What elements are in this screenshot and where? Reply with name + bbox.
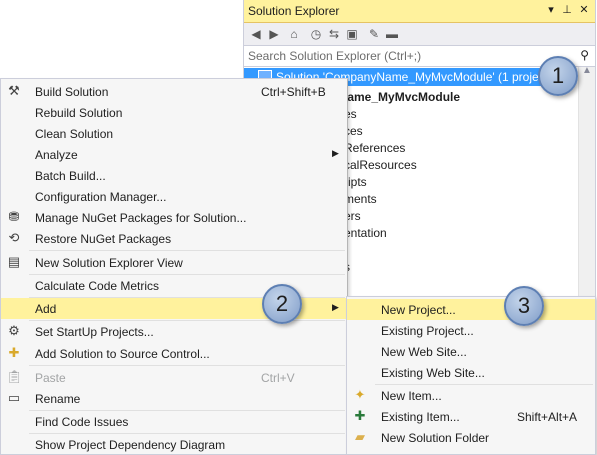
submenu-arrow-icon: ▶ (332, 148, 339, 158)
submenu-item-new-solution-folder[interactable]: ▰ New Solution Folder (347, 427, 595, 448)
preview-icon[interactable]: ▬ (384, 26, 400, 42)
search-input[interactable]: Search Solution Explorer (Ctrl+;) (248, 49, 421, 63)
submenu-item-new-item[interactable]: ✦ New Item... (347, 385, 595, 406)
menu-separator (29, 250, 345, 251)
menu-item-shortcut: Ctrl+Shift+B (261, 85, 326, 99)
menu-item-label: Existing Web Site... (381, 366, 485, 380)
menu-item-label: Configuration Manager... (35, 190, 167, 204)
submenu-item-existing-project[interactable]: Existing Project... (347, 320, 595, 341)
menu-item-label: Calculate Code Metrics (35, 279, 160, 293)
context-menu: ⚒ Build Solution Ctrl+Shift+B Rebuild So… (0, 78, 348, 455)
menu-item-rebuild-solution[interactable]: Rebuild Solution (1, 102, 347, 123)
collapse-all-icon[interactable]: ▣ (344, 26, 360, 42)
scroll-up-icon[interactable]: ▲ (582, 65, 592, 76)
callout-1: 1 (538, 56, 578, 96)
menu-item-shortcut: Shift+Alt+A (517, 410, 578, 424)
menu-item-clean-solution[interactable]: Clean Solution (1, 123, 347, 144)
menu-item-new-solution-explorer-view[interactable]: ▤ New Solution Explorer View (1, 252, 347, 273)
menu-item-label: Find Code Issues (35, 415, 129, 429)
menu-item-add-to-source-control[interactable]: ✚ Add Solution to Source Control... (1, 343, 347, 364)
menu-item-label: Build Solution (35, 85, 109, 99)
menu-item-label: New Web Site... (381, 345, 467, 359)
menu-item-paste[interactable]: 📋︎ Paste Ctrl+V (1, 367, 347, 388)
menu-item-find-code-issues[interactable]: Find Code Issues (1, 411, 347, 432)
search-icon[interactable]: ⚲ (580, 48, 589, 62)
tree-item[interactable]: ments (344, 192, 377, 206)
sync-icon[interactable]: ⇆ (326, 26, 342, 42)
menu-item-label: Add Solution to Source Control... (35, 347, 210, 361)
dropdown-icon[interactable]: ▾ (544, 3, 558, 17)
menu-item-configuration-manager[interactable]: Configuration Manager... (1, 186, 347, 207)
submenu-item-existing-item[interactable]: ✚ Existing Item... Shift+Alt+A (347, 406, 595, 427)
menu-item-show-project-dependency-diagram[interactable]: Show Project Dependency Diagram (1, 434, 347, 455)
menu-item-label: Clean Solution (35, 127, 114, 141)
menu-item-label: Add (35, 302, 57, 316)
submenu-item-new-project[interactable]: New Project... (347, 299, 595, 320)
build-icon: ⚒ (8, 83, 20, 98)
submenu-item-new-web-site[interactable]: New Web Site... (347, 341, 595, 362)
menu-item-label: Analyze (35, 148, 78, 162)
menu-item-label: New Solution Folder (381, 431, 490, 445)
menu-item-label: Manage NuGet Packages for Solution... (35, 211, 247, 225)
home-icon[interactable]: ⌂ (286, 26, 302, 42)
callout-3: 3 (504, 286, 544, 326)
paste-icon: 📋︎ (6, 369, 23, 384)
menu-item-label: New Item... (381, 389, 442, 403)
menu-item-label: Paste (35, 371, 66, 385)
menu-item-label: Rebuild Solution (35, 106, 123, 120)
pin-icon[interactable]: ⊥ (560, 3, 574, 17)
menu-item-label: Restore NuGet Packages (35, 232, 172, 246)
menu-item-label: New Project... (381, 303, 456, 317)
menu-item-batch-build[interactable]: Batch Build... (1, 165, 347, 186)
folder-icon: ▰ (355, 429, 365, 444)
submenu-arrow-icon: ▶ (332, 302, 339, 312)
menu-item-analyze[interactable]: Analyze ▶ (1, 144, 347, 165)
forward-icon[interactable]: ▶ (266, 26, 282, 42)
menu-item-label: Existing Item... (381, 410, 460, 424)
history-icon[interactable]: ◷ (308, 26, 324, 42)
tree-item[interactable]: entation (344, 226, 387, 240)
menu-item-label: Show Project Dependency Diagram (35, 438, 226, 452)
menu-item-rename[interactable]: ▭ Rename (1, 388, 347, 409)
submenu-item-existing-web-site[interactable]: Existing Web Site... (347, 362, 595, 383)
source-control-icon: ✚ (8, 345, 20, 360)
menu-item-label: Rename (35, 392, 81, 406)
new-item-icon: ✦ (354, 387, 366, 402)
restore-icon: ⟲ (8, 230, 20, 245)
callout-2: 2 (262, 284, 302, 324)
nuget-icon: ⛃ (8, 209, 20, 224)
menu-separator (29, 365, 345, 366)
menu-item-set-startup-projects[interactable]: ⚙ Set StartUp Projects... (1, 321, 347, 342)
menu-item-build-solution[interactable]: ⚒ Build Solution Ctrl+Shift+B (1, 81, 347, 102)
menu-item-label: Batch Build... (35, 169, 106, 183)
back-icon[interactable]: ◀ (248, 26, 264, 42)
new-view-icon: ▤ (7, 254, 21, 269)
menu-item-label: Existing Project... (381, 324, 474, 338)
add-submenu: New Project... Existing Project... New W… (346, 296, 596, 455)
menu-item-label: Set StartUp Projects... (35, 325, 154, 339)
menu-item-label: New Solution Explorer View (35, 256, 183, 270)
properties-icon[interactable]: ✎ (366, 26, 382, 42)
close-icon[interactable]: ✕ (577, 3, 591, 17)
solution-explorer-title: Solution Explorer (248, 4, 340, 18)
solution-explorer-toolbar: ◀ ▶ ⌂ ◷ ⇆ ▣ ✎ ▬ (244, 23, 595, 46)
menu-item-manage-nuget[interactable]: ⛃ Manage NuGet Packages for Solution... (1, 207, 347, 228)
tree-item[interactable]: calResources (344, 158, 417, 172)
menu-item-shortcut: Ctrl+V (261, 371, 295, 385)
menu-item-restore-nuget[interactable]: ⟲ Restore NuGet Packages (1, 228, 347, 249)
project-node[interactable]: lame_MyMvcModule (344, 90, 460, 104)
rename-icon: ▭ (7, 390, 21, 405)
existing-item-icon: ✚ (354, 408, 366, 423)
tree-item[interactable]: References (344, 141, 405, 155)
gear-icon: ⚙ (8, 323, 20, 338)
solution-explorer-title-bar: Solution Explorer ▾ ⊥ ✕ (244, 0, 595, 23)
